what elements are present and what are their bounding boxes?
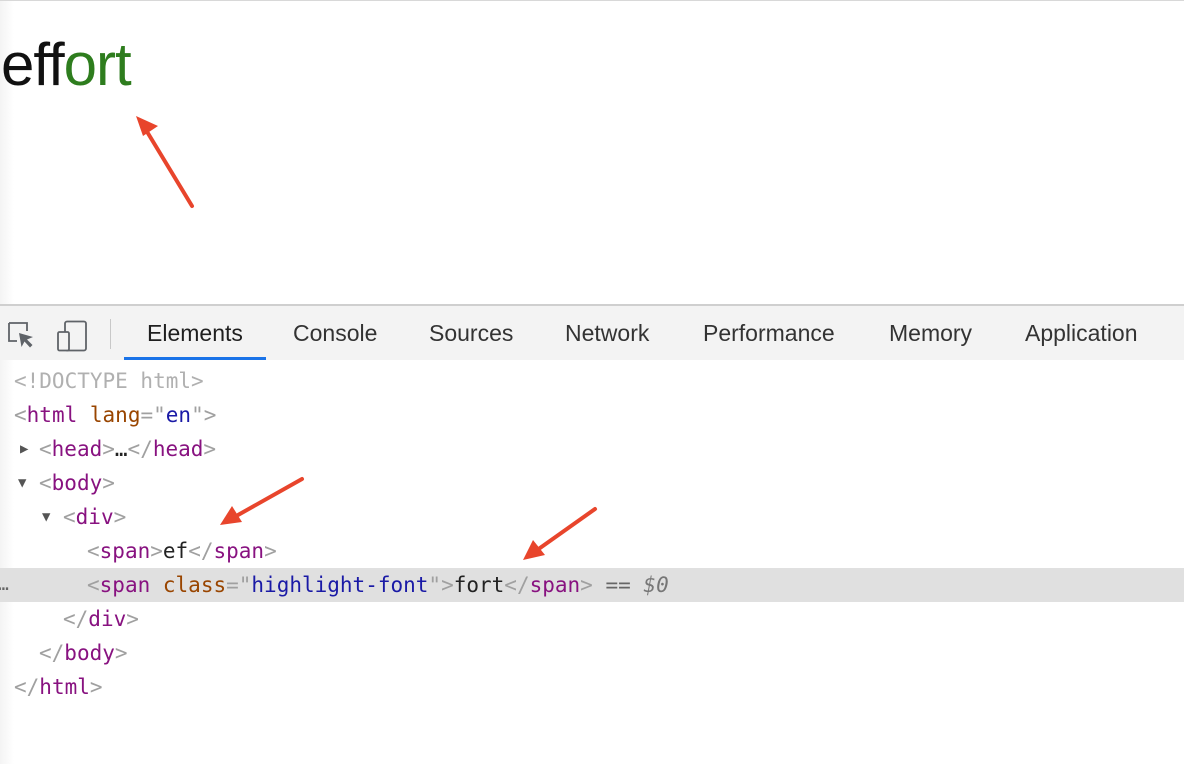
rendered-word-highlight: ort [63, 31, 132, 98]
tab-elements[interactable]: Elements [124, 306, 266, 360]
dom-node-html[interactable]: <html lang="en"> [0, 398, 1184, 432]
expand-triangle-icon[interactable]: ▶ [20, 432, 28, 466]
span-close-tag-name: span [529, 573, 581, 597]
selected-marker: == [605, 573, 644, 597]
html-lang-value: en [165, 403, 192, 427]
device-toolbar-icon[interactable] [56, 320, 90, 357]
div-open-tag: <div> [63, 505, 127, 529]
span-close-tag-name: span [213, 539, 265, 563]
rendered-word-plain: eff [1, 31, 65, 98]
body-tag-name: body [51, 471, 103, 495]
div-tag-name: div [75, 505, 114, 529]
body-open-tag: <body> [39, 471, 115, 495]
rendered-page: effort [0, 0, 1184, 305]
toolbar-divider [110, 319, 111, 349]
collapse-triangle-icon[interactable]: ▼ [18, 466, 26, 500]
html-lang-attr: lang [89, 403, 141, 427]
dom-node-span-fort-selected[interactable]: … <span class="highlight-font">fort</spa… [0, 568, 1184, 602]
rendered-word: effort [1, 25, 132, 105]
html-close-tag: </html> [14, 675, 103, 699]
span-class-attr: class [162, 573, 227, 597]
devtools-toolbar: Elements Console Sources Network Perform… [0, 304, 1184, 361]
tab-sources[interactable]: Sources [429, 306, 513, 360]
dom-node-span-ef[interactable]: <span>ef</span> [0, 534, 1184, 568]
span-ef-element: <span>ef</span> [87, 539, 277, 563]
dom-node-doctype[interactable]: <!DOCTYPE html> [0, 364, 1184, 398]
tab-console[interactable]: Console [293, 306, 377, 360]
selected-var: $0 [643, 573, 669, 597]
dom-node-body[interactable]: ▼ <body> [0, 466, 1184, 500]
html-close-tag-name: html [39, 675, 90, 699]
node-actions-ellipsis[interactable]: … [0, 568, 9, 602]
span-ef-text: ef [162, 539, 189, 563]
head-tag-name: head [51, 437, 103, 461]
body-close-tag-name: body [64, 641, 115, 665]
dom-node-head[interactable]: ▶ <head>…</head> [0, 432, 1184, 466]
collapse-triangle-icon[interactable]: ▼ [42, 500, 50, 534]
tab-performance[interactable]: Performance [703, 306, 835, 360]
dom-tree: <!DOCTYPE html> <html lang="en"> ▶ <head… [0, 360, 1184, 764]
dom-node-div[interactable]: ▼ <div> [0, 500, 1184, 534]
dom-node-body-close[interactable]: </body> [0, 636, 1184, 670]
head-tag: <head>…</head> [39, 437, 217, 461]
div-close-tag-name: div [88, 607, 127, 631]
devtools-panel: Elements Console Sources Network Perform… [0, 304, 1184, 764]
dom-node-div-close[interactable]: </div> [0, 602, 1184, 636]
tab-application[interactable]: Application [1025, 306, 1138, 360]
span-class-value: highlight-font [251, 573, 429, 597]
dom-node-html-close[interactable]: </html> [0, 670, 1184, 704]
span-tag-name: span [99, 573, 151, 597]
head-collapsed-ellipsis[interactable]: … [115, 437, 128, 461]
html-open-tag: <html lang="en"> [14, 403, 217, 427]
span-fort-element: <span class="highlight-font">fort</span>… [87, 573, 669, 597]
doctype-text: <!DOCTYPE html> [14, 369, 204, 393]
inspect-element-icon[interactable] [6, 320, 36, 355]
body-close-tag: </body> [39, 641, 128, 665]
div-close-tag: </div> [63, 607, 139, 631]
html-tag-name: html [26, 403, 78, 427]
head-close-tag-name: head [152, 437, 204, 461]
span-tag-name: span [99, 539, 151, 563]
span-fort-text: fort [453, 573, 505, 597]
tab-memory[interactable]: Memory [889, 306, 972, 360]
tab-network[interactable]: Network [565, 306, 649, 360]
